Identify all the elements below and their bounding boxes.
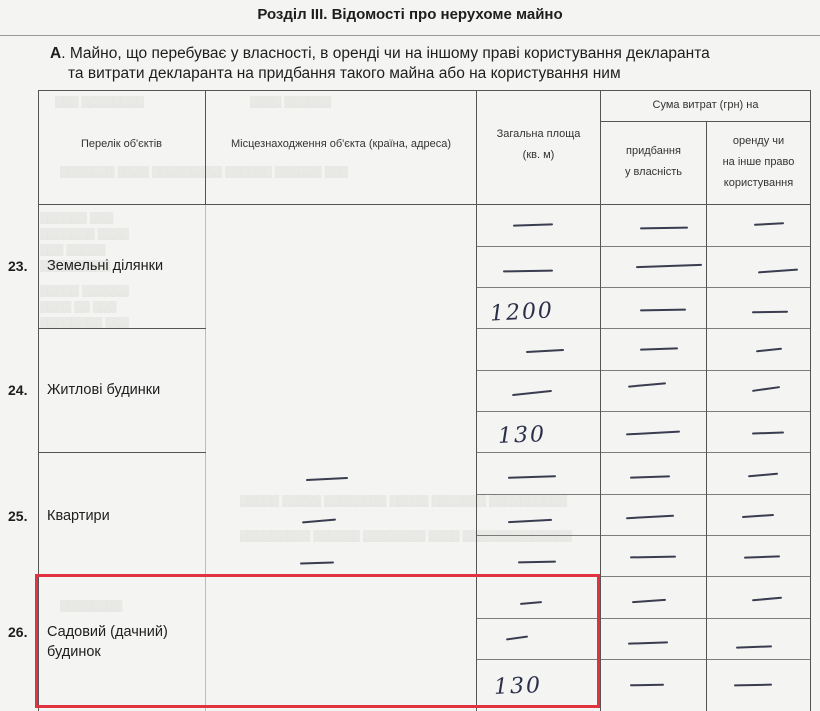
handwritten-dash — [755, 347, 783, 352]
table-line — [38, 204, 810, 205]
subtitle-line2: та витрати декларанта на придбання таког… — [68, 65, 621, 82]
table-line — [38, 90, 810, 91]
handwritten-dash — [517, 560, 557, 563]
handwritten-dash — [625, 430, 681, 436]
bleed-through-text: ▒▒▒▒ ▒▒▒▒▒▒ — [250, 96, 331, 108]
handwritten-dash — [628, 382, 666, 388]
handwritten-dash — [751, 596, 783, 601]
handwritten-dash — [525, 349, 565, 353]
handwritten-dash — [512, 223, 554, 227]
handwritten-dash — [751, 310, 789, 313]
handwritten-dash — [625, 514, 675, 519]
row-name-houses: Житлові будинки — [47, 382, 161, 398]
column-header-rent-line2: на інше право — [722, 156, 795, 168]
handwritten-dash — [512, 389, 552, 396]
handwritten-dash — [757, 268, 799, 273]
handwritten-dash — [751, 431, 785, 435]
row-number: 24. — [8, 382, 28, 398]
table-line — [476, 452, 810, 453]
handwritten-dash — [507, 475, 557, 479]
handwritten-area-value: 1200 — [489, 298, 555, 327]
handwritten-dash — [639, 308, 687, 311]
row-name-apartments: Квартири — [47, 508, 110, 524]
bleed-through-text: ▒▒▒▒▒▒▒▒▒ ▒▒▒▒▒▒ ▒▒▒▒▒▒▒▒ ▒▒▒▒ ▒▒▒▒▒▒▒▒▒… — [240, 530, 572, 542]
handwritten-dash — [305, 476, 349, 481]
subsection-subtitle: А. Майно, що перебуває у власності, в ор… — [50, 44, 810, 84]
handwritten-dash — [741, 513, 775, 518]
table-line — [810, 90, 811, 711]
handwritten-dash — [639, 347, 679, 351]
table-line — [600, 90, 601, 711]
handwritten-dash — [735, 645, 773, 649]
row-number: 23. — [8, 258, 28, 274]
handwritten-dash — [629, 683, 665, 686]
table-line — [476, 535, 810, 536]
section-divider — [0, 35, 820, 36]
column-header-expenses: Сума витрат (грн) на — [652, 99, 759, 111]
row-number: 26. — [8, 624, 28, 640]
bleed-through-text: ▒▒▒▒▒ ▒▒▒▒▒ ▒▒▒▒▒▒▒▒ ▒▒▒▒▒ ▒▒▒▒▒▒▒ ▒▒▒▒▒… — [240, 495, 568, 507]
table-line — [476, 287, 810, 288]
column-header-objects: Перелік об'єктів — [80, 138, 163, 150]
column-header-rent: оренду чи на інше право користування — [707, 131, 810, 194]
column-header-purchase-line2: у власність — [625, 166, 682, 178]
section-title: Розділ ІІІ. Відомості про нерухоме майно — [257, 6, 563, 23]
subtitle-line1: . Майно, що перебуває у власності, в оре… — [61, 45, 710, 62]
bleed-through-text: ▒▒▒ ▒▒▒▒▒▒▒▒ — [55, 96, 144, 108]
column-header-purchase-line1: придбання — [626, 145, 681, 157]
column-header-area-line2: (кв. м) — [522, 149, 555, 161]
handwritten-dash — [752, 386, 780, 392]
row-name-land: Земельні ділянки — [47, 258, 164, 274]
handwritten-dash — [627, 641, 669, 645]
handwritten-area-value: 130 — [497, 422, 547, 449]
column-header-area-line1: Загальна площа — [496, 128, 581, 140]
column-header-location: Місцезнаходження об'єкта (країна, адреса… — [231, 138, 451, 150]
table-line — [476, 411, 810, 412]
table-line — [706, 121, 707, 711]
handwritten-dash — [631, 598, 667, 603]
subtitle-letter: А — [50, 45, 62, 62]
table-line — [600, 121, 810, 122]
handwritten-dash — [301, 518, 337, 524]
handwritten-dash — [502, 269, 554, 273]
table-line — [476, 370, 810, 371]
handwritten-dash — [639, 226, 689, 230]
table-line — [476, 328, 810, 329]
handwritten-dash — [629, 555, 677, 558]
handwritten-dash — [629, 475, 671, 479]
column-header-rent-line3: користування — [723, 177, 794, 189]
table-line — [476, 246, 810, 247]
column-header-rent-line1: оренду чи — [732, 135, 785, 147]
column-header-purchase: придбання у власність — [601, 141, 706, 183]
row-number: 25. — [8, 508, 28, 524]
handwritten-dash — [753, 222, 785, 226]
highlight-box — [35, 574, 600, 708]
handwritten-dash — [747, 472, 779, 477]
table-line — [38, 328, 206, 329]
column-header-area: Загальна площа (кв. м) — [477, 124, 600, 166]
table-line — [476, 494, 810, 495]
table-line — [38, 452, 206, 453]
handwritten-dash — [507, 518, 553, 523]
handwritten-dash — [635, 263, 703, 268]
handwritten-dash — [743, 555, 781, 559]
bleed-through-text: ▒▒▒▒▒ ▒▒▒▒▒▒ ▒▒▒▒ ▒▒ ▒▒▒ ▒▒▒▒▒▒▒▒ ▒▒▒ — [40, 285, 129, 329]
handwritten-dash — [733, 683, 773, 686]
handwritten-dash — [299, 561, 335, 565]
